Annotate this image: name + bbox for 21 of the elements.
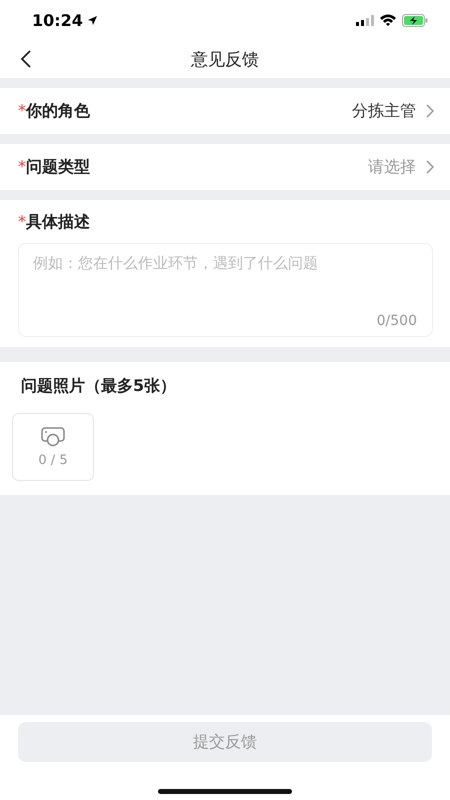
page-title: 意见反馈 xyxy=(191,48,259,70)
signal-icon xyxy=(356,14,374,26)
field-label: 你的角色 xyxy=(26,100,90,122)
chevron-right-icon xyxy=(426,160,434,174)
battery-charging-icon xyxy=(402,14,428,26)
field-label: 问题类型 xyxy=(26,156,90,178)
section-title: 问题照片（最多5张） xyxy=(20,376,178,397)
location-arrow-icon xyxy=(86,14,98,26)
character-counter: 0/500 xyxy=(376,313,417,329)
status-time: 10:24 xyxy=(32,10,83,30)
wifi-icon xyxy=(380,14,396,26)
field-label: 具体描述 xyxy=(26,212,90,233)
field-value[interactable]: 分拣主管 xyxy=(352,100,416,122)
add-photo-button[interactable]: 0 / 5 xyxy=(12,413,94,481)
camera-icon xyxy=(41,426,65,446)
select-placeholder[interactable]: 请选择 xyxy=(368,156,416,178)
required-mark: * xyxy=(18,212,26,233)
required-mark: * xyxy=(18,100,26,122)
required-mark: * xyxy=(18,156,26,178)
back-icon[interactable] xyxy=(20,50,32,68)
chevron-right-icon xyxy=(426,104,434,118)
